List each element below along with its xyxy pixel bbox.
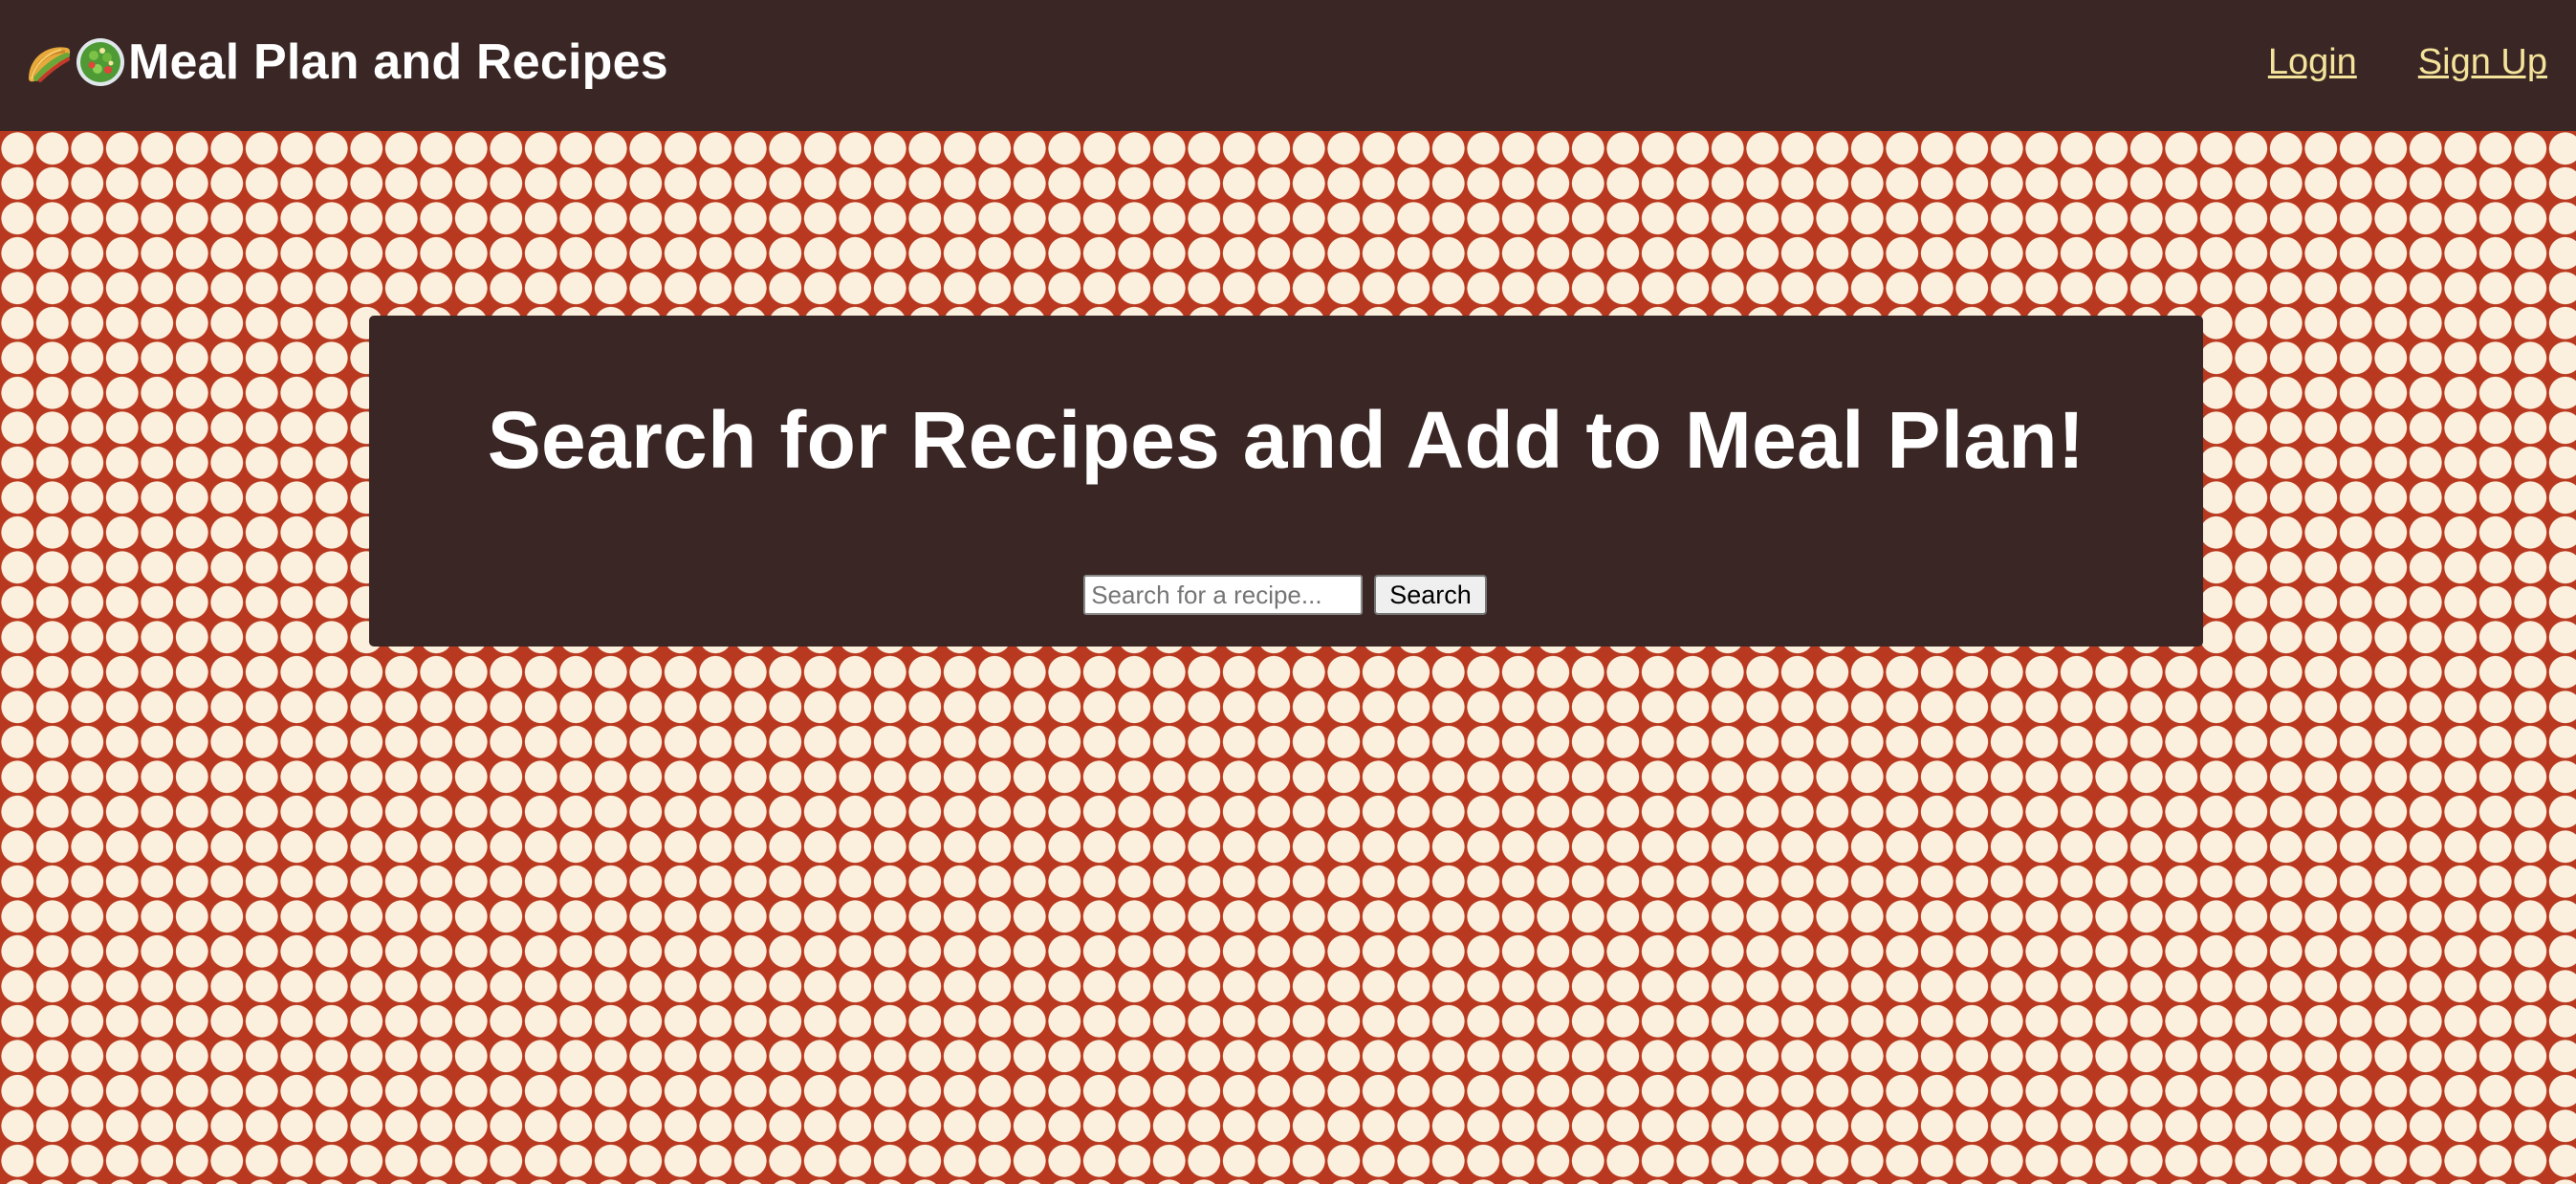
recipe-search-input[interactable] bbox=[1083, 575, 1364, 615]
search-button[interactable]: Search bbox=[1374, 575, 1487, 615]
navbar: Meal Plan and Recipes Login Sign Up bbox=[0, 0, 2576, 131]
search-hero-panel: Search for Recipes and Add to Meal Plan!… bbox=[369, 316, 2203, 647]
brand-home-link[interactable]: Meal Plan and Recipes bbox=[23, 0, 668, 124]
brand-title: Meal Plan and Recipes bbox=[128, 34, 668, 90]
page-title: Search for Recipes and Add to Meal Plan! bbox=[487, 395, 2085, 485]
brand-icons bbox=[23, 36, 126, 88]
recipe-search-form: Search bbox=[369, 575, 2203, 615]
nav-links: Login Sign Up bbox=[2207, 0, 2547, 124]
signup-link[interactable]: Sign Up bbox=[2418, 42, 2547, 83]
login-link[interactable]: Login bbox=[2268, 42, 2357, 83]
salad-icon bbox=[75, 36, 126, 88]
taco-icon bbox=[23, 36, 75, 88]
